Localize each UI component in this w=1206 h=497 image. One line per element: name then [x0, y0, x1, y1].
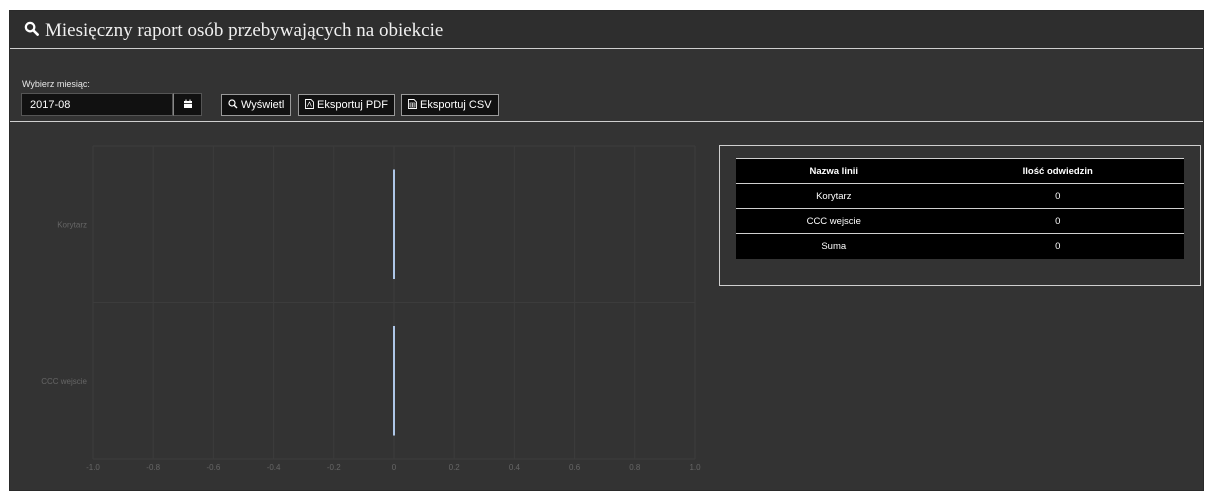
- month-label: Wybierz miesiąc:: [22, 79, 90, 89]
- x-tick-label: -0.8: [146, 463, 160, 472]
- file-pdf-icon: [305, 98, 317, 112]
- table-cell: 0: [931, 183, 1184, 209]
- month-picker: [21, 93, 202, 116]
- file-csv-icon: [408, 98, 420, 112]
- title-wrap: Miesięczny raport osób przebywających na…: [24, 20, 443, 42]
- show-button[interactable]: Wyświetl: [221, 94, 292, 116]
- page-title: Miesięczny raport osób przebywających na…: [45, 20, 444, 41]
- x-tick-label: 0.2: [449, 463, 461, 472]
- table-header-row: Nazwa linii Ilość odwiedzin: [736, 158, 1184, 184]
- x-tick-label: 0.8: [629, 463, 641, 472]
- column-header: Nazwa linii: [736, 158, 932, 184]
- export-csv-label: Eksportuj CSV: [420, 99, 492, 111]
- export-pdf-label: Eksportuj PDF: [317, 99, 388, 111]
- table-cell: Suma: [821, 240, 847, 252]
- month-input[interactable]: [21, 93, 173, 116]
- table-row: Korytarz 0: [736, 183, 1184, 209]
- x-tick-label: -0.4: [267, 463, 281, 472]
- bar-chart: -1.0 -0.8 -0.6 -0.4 -0.2 0 0.2 0.4 0.6 0.8 1.0 Kory…: [10, 123, 710, 492]
- bar: [393, 169, 395, 280]
- chart-svg: -1.0 -0.8 -0.6 -0.4 -0.2 0 0.2 0.4 0.6 0.8 1.0 Kory…: [41, 145, 701, 472]
- report-panel: Miesięczny raport osób przebywających na…: [9, 10, 1204, 491]
- show-button-label: Wyświetl: [241, 99, 285, 111]
- summary-table: Nazwa linii Ilość odwiedzin Korytarz 0 C…: [736, 158, 1184, 259]
- x-tick-label: -1.0: [86, 463, 100, 472]
- table-row: Suma 0: [736, 234, 1184, 259]
- x-tick-label: 0.4: [509, 463, 521, 472]
- export-csv-button[interactable]: Eksportuj CSV: [401, 94, 499, 116]
- table-cell: 0: [1055, 240, 1061, 252]
- x-tick-label: 0.6: [569, 463, 581, 472]
- table-cell: CCC wejscie: [736, 208, 932, 234]
- x-tick-label: -0.2: [327, 463, 341, 472]
- table-cell: Korytarz: [736, 183, 932, 209]
- x-tick-label: 0: [392, 463, 397, 472]
- search-icon: [228, 98, 241, 112]
- controls-bar: Wybierz miesiąc: 2017-08 Wyświetl Ekspor…: [10, 49, 1203, 122]
- summary-box: Nazwa linii Ilość odwiedzin Korytarz 0 C…: [719, 145, 1201, 286]
- column-header: Ilość odwiedzin: [931, 158, 1184, 184]
- x-tick-label: -0.6: [207, 463, 221, 472]
- calendar-button[interactable]: [173, 93, 202, 116]
- x-tick-label: 1.0: [689, 463, 701, 472]
- table-row: CCC wejscie 0: [736, 208, 1184, 234]
- panel-header: Miesięczny raport osób przebywających na…: [10, 11, 1203, 49]
- bar: [393, 325, 395, 436]
- calendar-icon: [183, 96, 193, 114]
- y-tick-label: Korytarz: [57, 220, 87, 229]
- export-pdf-button[interactable]: Eksportuj PDF: [298, 94, 395, 116]
- table-cell: 0: [931, 208, 1184, 234]
- y-tick-label: CCC wejscie: [41, 377, 87, 386]
- search-icon: [24, 21, 39, 41]
